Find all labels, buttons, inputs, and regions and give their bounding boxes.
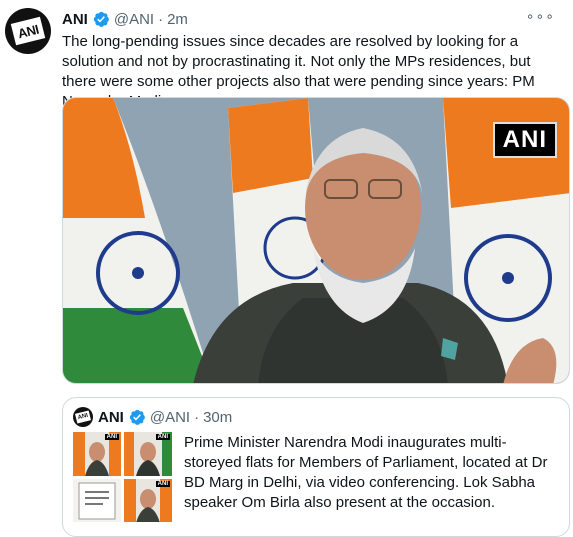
- quoted-separator-dot: ·: [194, 408, 200, 426]
- quoted-header: ANI ANI @ANI · 30m: [73, 407, 232, 427]
- quoted-thumb-2[interactable]: ANI: [124, 432, 172, 476]
- quoted-media-grid[interactable]: ANI ANI ANI: [73, 432, 173, 522]
- quoted-thumb-1[interactable]: ANI: [73, 432, 121, 476]
- quoted-author-handle: @ANI: [149, 408, 191, 426]
- ani-watermark: ANI: [492, 122, 557, 158]
- ani-logo-small: ANI: [74, 410, 92, 424]
- separator-dot: ·: [158, 10, 164, 28]
- author-name[interactable]: ANI: [62, 11, 88, 28]
- thumb-ani-badge: ANI: [155, 434, 170, 440]
- timestamp[interactable]: 2m: [167, 11, 188, 28]
- quoted-avatar: ANI: [73, 407, 93, 427]
- author-handle[interactable]: @ANI: [114, 11, 154, 28]
- quoted-thumb-4[interactable]: ANI: [124, 478, 172, 522]
- quoted-timestamp: 30m: [203, 408, 233, 426]
- quoted-text: Prime Minister Narendra Modi inaugurates…: [184, 434, 548, 511]
- quoted-author-name: ANI: [98, 408, 124, 426]
- tweet-header: ANI @ANI · 2m: [62, 9, 188, 29]
- quoted-verified-icon: [129, 409, 145, 425]
- avatar[interactable]: ANI: [5, 8, 51, 54]
- ani-logo: ANI: [10, 16, 46, 46]
- thumb-ani-badge: ANI: [155, 480, 170, 487]
- quoted-thumb-3[interactable]: [73, 478, 121, 522]
- tweet-image[interactable]: ANI: [62, 97, 570, 384]
- verified-icon: [93, 11, 109, 27]
- quoted-tweet[interactable]: ANI ANI @ANI · 30m ANI ANI ANI Prime Min…: [62, 397, 570, 537]
- thumb-ani-badge: ANI: [104, 434, 119, 440]
- tweet[interactable]: ANI ANI @ANI · 2m ∘∘∘ The long-pending i…: [0, 0, 573, 537]
- more-options-icon[interactable]: ∘∘∘: [526, 8, 555, 25]
